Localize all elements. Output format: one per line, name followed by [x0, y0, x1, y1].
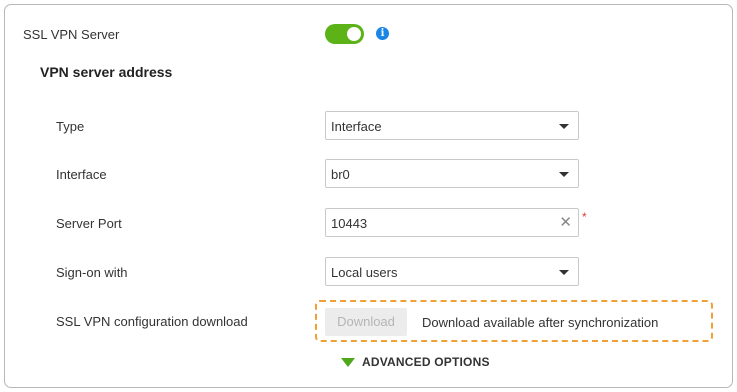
info-icon[interactable]: i	[376, 27, 389, 40]
server-port-label: Server Port	[56, 216, 122, 231]
interface-select[interactable]: br0	[325, 159, 579, 188]
sign-on-label: Sign-on with	[56, 265, 128, 280]
sign-on-select[interactable]: Local users	[325, 257, 579, 286]
toggle-knob	[347, 27, 361, 41]
type-label: Type	[56, 119, 85, 134]
ssl-vpn-server-toggle[interactable]	[325, 24, 364, 44]
sign-on-select-value: Local users	[331, 265, 398, 280]
advanced-options-label: ADVANCED OPTIONS	[362, 355, 490, 369]
ssl-vpn-server-label: SSL VPN Server	[23, 27, 120, 42]
chevron-down-icon	[559, 172, 569, 177]
chevron-down-icon	[559, 270, 569, 275]
chevron-down-icon	[559, 124, 569, 129]
required-marker: *	[582, 210, 587, 224]
interface-select-value: br0	[331, 167, 350, 182]
interface-label: Interface	[56, 167, 107, 182]
type-select-value: Interface	[331, 119, 382, 134]
section-title: VPN server address	[40, 64, 173, 80]
download-status-text: Download available after synchronization	[422, 315, 659, 330]
server-port-input[interactable]: 10443 ✕	[325, 208, 579, 237]
triangle-down-icon	[341, 357, 355, 367]
download-button[interactable]: Download	[325, 308, 407, 336]
server-port-value: 10443	[331, 216, 368, 231]
clear-icon[interactable]: ✕	[559, 214, 572, 231]
type-select[interactable]: Interface	[325, 111, 579, 140]
advanced-options-toggle[interactable]: ADVANCED OPTIONS	[341, 355, 490, 369]
config-download-label: SSL VPN configuration download	[56, 314, 248, 329]
